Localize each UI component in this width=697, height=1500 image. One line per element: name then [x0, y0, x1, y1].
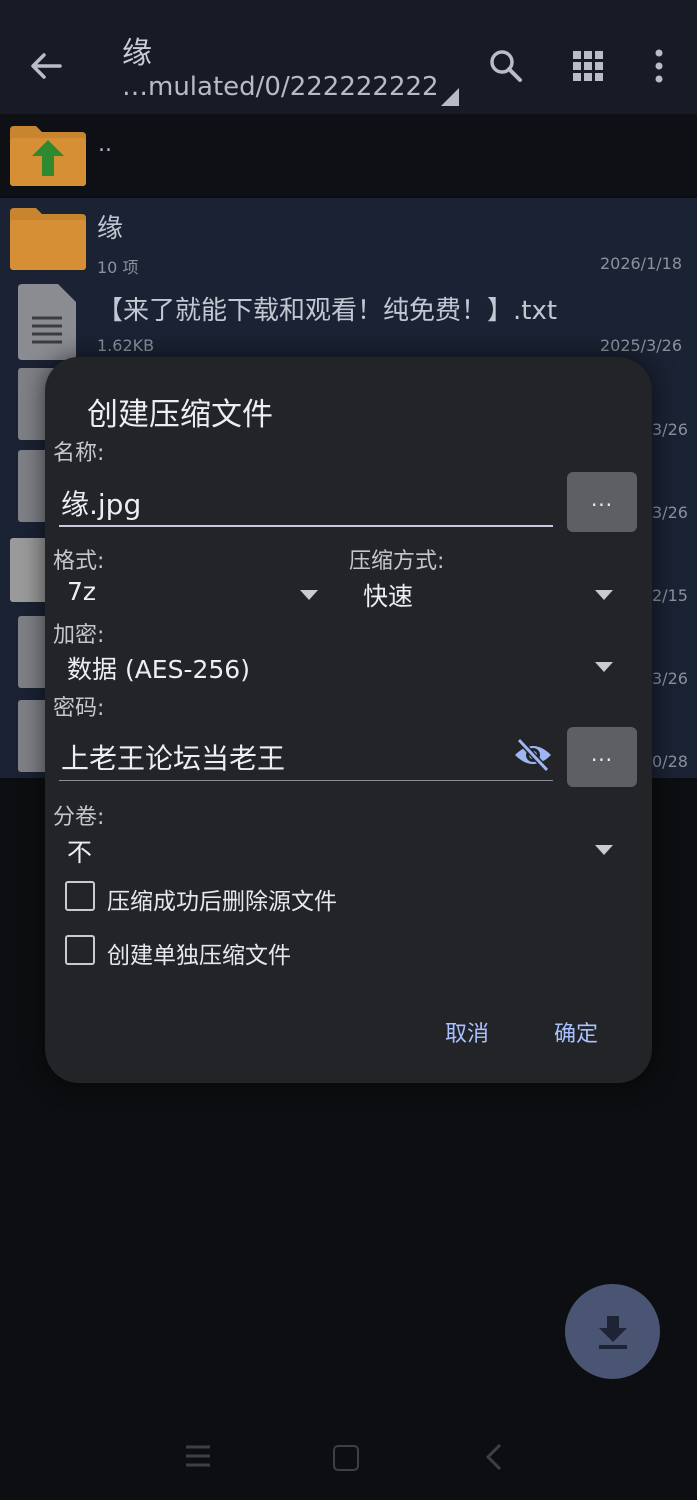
download-icon	[599, 1316, 627, 1349]
grid-view-icon[interactable]	[572, 50, 604, 82]
encryption-select[interactable]: 数据 (AES-256)	[67, 650, 250, 686]
file-date: 3/26	[652, 420, 688, 439]
compression-method-label: 压缩方式:	[349, 549, 445, 574]
password-input[interactable]: 上老王论坛当老王	[61, 737, 285, 777]
file-date: 2026/1/18	[599, 254, 682, 273]
delete-source-checkbox[interactable]	[65, 881, 95, 911]
password-options-button[interactable]: ...	[567, 727, 637, 787]
folder-title: 缘	[122, 36, 152, 71]
file-name: 缘	[97, 214, 124, 244]
method-dropdown-icon[interactable]	[595, 590, 613, 600]
file-meta: 1.62KB	[97, 336, 155, 355]
nav-back-icon[interactable]	[484, 1442, 504, 1472]
format-dropdown-icon[interactable]	[300, 590, 318, 600]
file-date: 2025/3/26	[599, 336, 682, 355]
file-date: 3/26	[652, 503, 688, 522]
name-label: 名称:	[53, 441, 105, 466]
create-archive-dialog: 创建压缩文件 名称: 缘.jpg ... 格式: 7z 压缩方式: 快速 加密:…	[45, 357, 652, 1083]
separate-archives-checkbox[interactable]	[65, 935, 95, 965]
password-input-underline	[59, 780, 553, 781]
parent-directory-label: ..	[98, 132, 112, 157]
encryption-label: 加密:	[53, 623, 105, 648]
encryption-dropdown-icon[interactable]	[595, 662, 613, 672]
home-icon[interactable]	[333, 1445, 359, 1471]
split-dropdown-icon[interactable]	[595, 845, 613, 855]
dialog-title: 创建压缩文件	[87, 397, 273, 433]
file-date: 0/28	[652, 752, 688, 771]
ok-button[interactable]: 确定	[554, 1016, 598, 1048]
archive-name-input[interactable]: 缘.jpg	[61, 483, 141, 523]
separate-archives-label[interactable]: 创建单独压缩文件	[107, 936, 291, 970]
file-name: 【来了就能下载和观看！纯免费！】.txt	[97, 296, 558, 326]
parent-folder-up-icon	[10, 126, 86, 186]
back-arrow-icon[interactable]	[26, 46, 66, 86]
split-volume-label: 分卷:	[53, 805, 105, 830]
search-icon[interactable]	[488, 48, 524, 84]
password-label: 密码:	[53, 696, 105, 721]
split-volume-select[interactable]: 不	[67, 833, 92, 869]
format-select[interactable]: 7z	[67, 577, 96, 606]
format-label: 格式:	[53, 549, 105, 574]
list-item[interactable]: 缘 10 项 2026/1/18	[0, 198, 697, 280]
browse-name-button[interactable]: ...	[567, 472, 637, 532]
visibility-off-icon[interactable]	[513, 737, 553, 773]
app-bar: 缘 …mulated/0/222222222	[0, 0, 697, 114]
name-input-underline	[59, 525, 553, 527]
path-dropdown[interactable]: …mulated/0/222222222	[122, 72, 439, 102]
text-file-icon	[18, 284, 76, 360]
file-meta: 10 项	[97, 258, 139, 277]
cancel-button[interactable]: 取消	[445, 1016, 489, 1048]
delete-source-label[interactable]: 压缩成功后删除源文件	[107, 882, 337, 916]
file-date: 3/26	[652, 669, 688, 688]
download-fab[interactable]	[565, 1284, 660, 1379]
list-item[interactable]: 【来了就能下载和观看！纯免费！】.txt 1.62KB 2025/3/26	[0, 280, 697, 362]
more-options-icon[interactable]	[647, 46, 671, 86]
compression-method-select[interactable]: 快速	[363, 577, 413, 613]
folder-icon	[10, 208, 86, 270]
file-date: 2/15	[652, 586, 688, 605]
path-dropdown-triangle-icon	[441, 88, 459, 106]
recent-apps-icon[interactable]	[184, 1444, 212, 1468]
